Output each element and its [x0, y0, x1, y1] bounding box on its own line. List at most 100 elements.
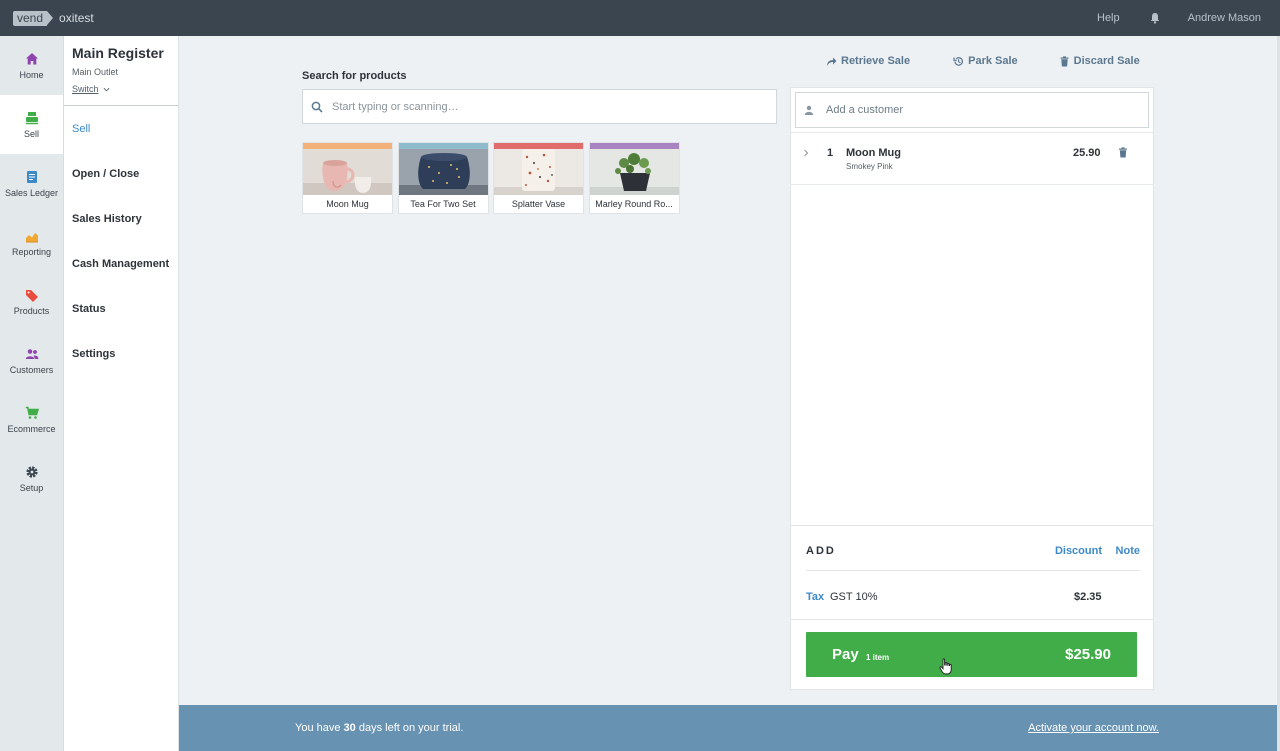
product-image [589, 143, 679, 195]
tax-link[interactable]: Tax [806, 591, 824, 603]
trial-prefix: You have [295, 722, 344, 734]
nav-label: Ecommerce [7, 423, 56, 434]
line-item-price: 25.90 [1073, 147, 1101, 159]
subnav-open-close[interactable]: Open / Close [64, 151, 178, 196]
sale-panel: 1 Moon Mug Smokey Pink 25.90 ADD Discoun… [790, 87, 1154, 690]
product-tile-moon-mug[interactable]: Moon Mug [302, 142, 393, 214]
retrieve-sale-label: Retrieve Sale [841, 55, 911, 67]
nav-label: Setup [19, 482, 44, 493]
hand-cursor-icon [939, 658, 952, 675]
product-tile-splatter-vase[interactable]: Splatter Vase [493, 142, 584, 214]
product-name: Tea For Two Set [410, 199, 476, 209]
sell-subnav: Main Register Main Outlet Switch Sell Op… [64, 36, 179, 751]
nav-label: Sales Ledger [4, 187, 59, 198]
sale-actions: Retrieve Sale Park Sale Discard Sale [826, 55, 1140, 67]
product-tile-marley-round[interactable]: Marley Round Ro... [588, 142, 680, 214]
search-label: Search for products [302, 70, 407, 82]
add-row: ADD Discount Note [806, 545, 1140, 571]
pay-section: Pay 1 item $25.90 [791, 619, 1153, 689]
trash-icon[interactable] [1118, 147, 1128, 158]
store-name: oxitest [59, 11, 94, 25]
activate-account-link[interactable]: Activate your account now. [1028, 722, 1159, 734]
discount-link[interactable]: Discount [1055, 545, 1102, 557]
nav-reporting[interactable]: Reporting [0, 213, 63, 272]
pay-amount: $25.90 [1065, 646, 1111, 663]
product-image [303, 143, 392, 195]
discard-sale-label: Discard Sale [1073, 55, 1140, 67]
home-icon [25, 52, 38, 64]
subnav-status[interactable]: Status [64, 286, 178, 331]
product-tiles: Moon Mug Tea For Two Set Splatter Vase M… [302, 142, 684, 214]
user-menu[interactable]: Andrew Mason [1188, 12, 1261, 24]
pay-label: Pay [832, 646, 859, 663]
add-label: ADD [806, 545, 836, 557]
nav-label: Reporting [11, 246, 52, 257]
subnav-cash-management[interactable]: Cash Management [64, 241, 178, 286]
trial-days: 30 [343, 722, 356, 734]
sale-totals: ADD Discount Note Tax GST 10% $2.35 [791, 525, 1153, 619]
trial-suffix: days left on your trial. [355, 722, 464, 734]
discard-sale-button[interactable]: Discard Sale [1059, 55, 1140, 67]
nav-label: Products [13, 305, 50, 316]
line-item-name: Moon Mug [846, 147, 901, 159]
gear-icon [25, 465, 38, 478]
top-bar: vend oxitest Help Andrew Mason [0, 0, 1280, 36]
line-item-variant: Smokey Pink [846, 162, 893, 171]
trial-message: You have 30 days left on your trial. [295, 722, 463, 734]
logo-text: vend [13, 10, 54, 26]
product-image [494, 143, 583, 195]
user-icon [804, 105, 814, 115]
trial-banner: You have 30 days left on your trial. Act… [179, 705, 1277, 751]
nav-ecommerce[interactable]: Ecommerce [0, 390, 63, 449]
main-nav: Home Sell Sales Ledger Reporting Product… [0, 36, 64, 751]
trash-icon [1060, 55, 1069, 66]
pay-button[interactable]: Pay 1 item $25.90 [806, 632, 1137, 677]
vend-logo[interactable]: vend [13, 10, 54, 26]
nav-setup[interactable]: Setup [0, 449, 63, 508]
search-box[interactable] [302, 89, 777, 124]
nav-products[interactable]: Products [0, 272, 63, 331]
chart-icon [25, 232, 38, 242]
subnav-sales-history[interactable]: Sales History [64, 196, 178, 241]
share-icon [827, 57, 837, 66]
nav-customers[interactable]: Customers [0, 331, 63, 390]
nav-label: Sell [23, 128, 39, 139]
chevron-right-icon[interactable] [802, 149, 810, 157]
product-image [398, 143, 488, 195]
park-sale-label: Park Sale [968, 55, 1018, 67]
customer-input[interactable] [826, 104, 1148, 116]
nav-home[interactable]: Home [0, 36, 63, 95]
search-input[interactable] [332, 100, 776, 113]
search-icon [311, 101, 323, 113]
product-tile-tea-for-two-set[interactable]: Tea For Two Set [397, 142, 489, 214]
product-name: Moon Mug [326, 199, 369, 209]
line-item-qty: 1 [827, 147, 834, 159]
bell-icon[interactable] [1149, 12, 1161, 24]
subnav-sell[interactable]: Sell [64, 106, 178, 151]
park-sale-button[interactable]: Park Sale [953, 55, 1018, 67]
pay-item-count: 1 item [866, 653, 890, 662]
tax-value: $2.35 [1074, 591, 1102, 603]
nav-label: Home [19, 69, 44, 80]
product-name: Marley Round Ro... [595, 199, 673, 209]
subnav-settings[interactable]: Settings [64, 331, 178, 376]
nav-sell[interactable]: Sell [0, 95, 63, 154]
nav-sales-ledger[interactable]: Sales Ledger [0, 154, 63, 213]
nav-label: Customers [9, 364, 54, 375]
note-link[interactable]: Note [1116, 545, 1140, 557]
customer-box[interactable] [795, 92, 1149, 128]
product-name: Splatter Vase [511, 199, 566, 209]
tag-icon [25, 289, 38, 302]
history-icon [953, 56, 964, 66]
switch-link[interactable]: Switch [72, 84, 99, 94]
cart-icon [25, 406, 39, 419]
register-icon [25, 111, 38, 124]
help-link[interactable]: Help [1097, 12, 1120, 24]
line-item[interactable]: 1 Moon Mug Smokey Pink 25.90 [791, 132, 1153, 185]
users-icon [25, 348, 38, 359]
retrieve-sale-button[interactable]: Retrieve Sale [826, 55, 910, 67]
chevron-down-icon [103, 87, 109, 91]
ledger-icon [26, 170, 37, 183]
register-outlet: Main Outlet [72, 67, 119, 77]
register-switch[interactable]: Switch [72, 84, 170, 94]
